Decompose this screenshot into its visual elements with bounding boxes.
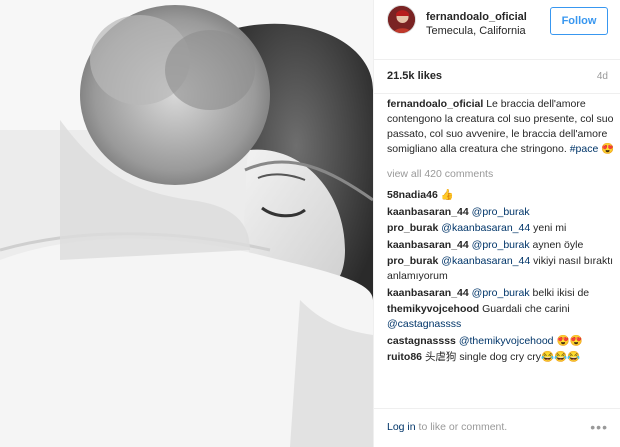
login-prompt: Log in to like or comment. [387, 421, 507, 433]
comment-mention[interactable]: @kaanbasaran_44 [441, 255, 530, 267]
comment-item: kaanbasaran_44 @pro_burak belki ikisi de [387, 286, 615, 301]
post-author-username[interactable]: fernandoalo_oficial [426, 11, 527, 23]
login-prompt-text: to like or comment. [415, 421, 508, 433]
comment-username[interactable]: pro_burak [387, 255, 438, 267]
comment-text: aynen öyle [529, 238, 584, 251]
comment-text: 👍 [440, 189, 454, 201]
comment-list: 58nadia46 👍 kaanbasaran_44 @pro_burak pro_… [387, 188, 615, 365]
comment-username[interactable]: 58nadia46 [387, 189, 438, 201]
more-options-icon[interactable]: ••• [590, 419, 608, 435]
post-details-panel: fernandoalo_oficial Temecula, California… [373, 0, 620, 447]
comment-username[interactable]: castagnassss [387, 335, 456, 347]
comment-username[interactable]: kaanbasaran_44 [387, 239, 469, 251]
post-photo[interactable] [0, 0, 373, 447]
comment-username[interactable]: kaanbasaran_44 [387, 287, 469, 299]
comment-item: 58nadia46 👍 [387, 188, 615, 203]
likes-row: 21.5k likes 4d [374, 60, 620, 94]
caption-hashtag[interactable]: #pace [570, 143, 599, 155]
likes-count[interactable]: 21.5k likes [387, 70, 442, 82]
comment-mention[interactable]: @pro_burak [472, 287, 530, 299]
comment-text: yeni mi [530, 222, 567, 234]
comment-mention[interactable]: @pro_burak [472, 206, 530, 218]
comment-text: Guardali che carini [482, 303, 570, 315]
comment-mention[interactable]: @kaanbasaran_44 [441, 222, 530, 234]
login-link[interactable]: Log in [387, 421, 416, 433]
comment-text: 头虐狗 single dog cry cry😂😂😂 [424, 351, 581, 363]
post-location[interactable]: Temecula, California [426, 25, 526, 37]
post-footer: Log in to like or comment. ••• [374, 408, 620, 447]
comment-item: pro_burak @kaanbasaran_44 vikiyi nasıl b… [387, 254, 615, 284]
comment-username[interactable]: ruito86 [387, 351, 422, 363]
view-all-comments-link[interactable]: view all 420 comments [387, 167, 615, 182]
comment-username[interactable]: themikyvojcehood [387, 303, 479, 315]
follow-button[interactable]: Follow [550, 7, 608, 35]
post-age[interactable]: 4d [597, 71, 608, 82]
comment-item: ruito86 头虐狗 single dog cry cry😂😂😂 [387, 350, 615, 365]
comment-text: belki ikisi de [529, 286, 590, 299]
post-caption: fernandoalo_oficial Le braccia dell'amor… [387, 97, 615, 157]
post-header: fernandoalo_oficial Temecula, California… [374, 0, 620, 60]
comment-mention[interactable]: @castagnassss [387, 318, 461, 330]
comment-text: 😍😍 [553, 334, 583, 347]
comment-item: pro_burak @kaanbasaran_44 yeni mi [387, 221, 615, 236]
avatar-image [388, 6, 415, 33]
comment-item: kaanbasaran_44 @pro_burak aynen öyle [387, 238, 615, 253]
comment-item: castagnassss @themikyvojcehood 😍😍 [387, 334, 615, 349]
avatar[interactable] [387, 5, 416, 34]
comment-username[interactable]: kaanbasaran_44 [387, 206, 469, 218]
comment-item: themikyvojcehood Guardali che carini @ca… [387, 302, 615, 332]
instagram-post-page: fernandoalo_oficial Temecula, California… [0, 0, 620, 447]
comment-mention[interactable]: @themikyvojcehood [459, 335, 554, 347]
comment-username[interactable]: pro_burak [387, 222, 438, 234]
comments-section: fernandoalo_oficial Le braccia dell'amor… [387, 95, 615, 405]
comment-mention[interactable]: @pro_burak [472, 239, 530, 251]
post-photo-image [0, 0, 373, 447]
comment-item: kaanbasaran_44 @pro_burak [387, 205, 615, 220]
caption-username[interactable]: fernandoalo_oficial [387, 98, 483, 110]
caption-emoji: 😍 [601, 143, 615, 155]
